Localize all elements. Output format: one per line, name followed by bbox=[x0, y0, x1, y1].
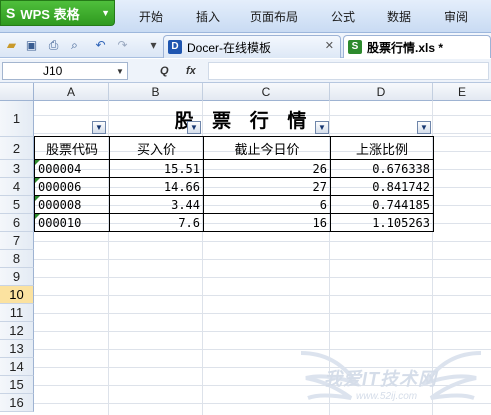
doc-tab-label: 股票行情.xls * bbox=[367, 40, 444, 55]
row-header-6[interactable]: 6 bbox=[0, 214, 34, 232]
gain-ratio-cell[interactable]: 0.744185 bbox=[330, 195, 434, 214]
column-header-b[interactable]: B bbox=[109, 83, 203, 101]
customize-icon[interactable]: ▾ bbox=[146, 38, 161, 53]
close-icon[interactable]: ✕ bbox=[325, 39, 334, 52]
select-all-corner[interactable] bbox=[0, 83, 34, 101]
tab-review[interactable]: 审阅 bbox=[444, 8, 468, 25]
row-header-3[interactable]: 3 bbox=[0, 160, 34, 178]
current-price-cell[interactable]: 26 bbox=[203, 159, 331, 178]
row-header-5[interactable]: 5 bbox=[0, 196, 34, 214]
filter-dropdown-icon[interactable]: ▼ bbox=[92, 121, 106, 134]
gain-ratio-cell[interactable]: 0.676338 bbox=[330, 159, 434, 178]
open-folder-icon[interactable]: ▰ bbox=[4, 38, 19, 53]
quick-access-toolbar: ▰ ▣ ⎙ ⌕ ↶ ↷ ▾ D Docer-在线模板 ✕ S 股票行情.xls … bbox=[0, 33, 491, 58]
table-row: 000006 14.66 27 0.841742 bbox=[34, 177, 434, 196]
chevron-down-icon[interactable]: ▼ bbox=[116, 67, 124, 76]
stock-table: 股票代码 买入价 截止今日价 上涨比例 000004 15.51 26 0.67… bbox=[34, 136, 434, 232]
name-box[interactable]: J10 bbox=[2, 62, 128, 80]
buy-price-cell[interactable]: 15.51 bbox=[109, 159, 204, 178]
row-header-11[interactable]: 11 bbox=[0, 304, 34, 322]
table-row: 000004 15.51 26 0.676338 bbox=[34, 159, 434, 178]
buy-price-cell[interactable]: 7.6 bbox=[109, 213, 204, 232]
table-header-row: 股票代码 买入价 截止今日价 上涨比例 bbox=[34, 136, 434, 160]
row-header-8[interactable]: 8 bbox=[0, 250, 34, 268]
chevron-down-icon: ▼ bbox=[101, 8, 110, 18]
stock-code-cell[interactable]: 000006 bbox=[34, 177, 110, 196]
print-preview-icon[interactable]: ⌕ bbox=[67, 38, 82, 53]
header-cell[interactable]: 截止今日价 bbox=[203, 136, 331, 160]
gain-ratio-cell[interactable]: 0.841742 bbox=[330, 177, 434, 196]
row-header-2[interactable]: 2 bbox=[0, 137, 34, 160]
buy-price-cell[interactable]: 14.66 bbox=[109, 177, 204, 196]
tab-page-layout[interactable]: 页面布局 bbox=[250, 8, 298, 25]
row-header-13[interactable]: 13 bbox=[0, 340, 34, 358]
table-row: 000008 3.44 6 0.744185 bbox=[34, 195, 434, 214]
stock-code-cell[interactable]: 000010 bbox=[34, 213, 110, 232]
row-header-15[interactable]: 15 bbox=[0, 376, 34, 394]
wps-spreadsheet-window: S WPS 表格 ▼ 开始 插入 页面布局 公式 数据 审阅 ▰ ▣ ⎙ ⌕ ↶… bbox=[0, 0, 491, 415]
row-header-4[interactable]: 4 bbox=[0, 178, 34, 196]
current-price-cell[interactable]: 16 bbox=[203, 213, 331, 232]
zoom-icon[interactable]: Q bbox=[160, 65, 169, 77]
wps-menu-button[interactable]: S WPS 表格 ▼ bbox=[0, 0, 115, 26]
wps-logo-icon: S bbox=[6, 5, 16, 21]
tab-home[interactable]: 开始 bbox=[139, 8, 163, 25]
redo-icon[interactable]: ↷ bbox=[115, 38, 130, 53]
tab-data[interactable]: 数据 bbox=[387, 8, 411, 25]
row-header-14[interactable]: 14 bbox=[0, 358, 34, 376]
docer-icon: D bbox=[168, 40, 182, 54]
tab-formulas[interactable]: 公式 bbox=[331, 8, 355, 25]
doc-tab-label: Docer-在线模板 bbox=[187, 40, 272, 55]
header-cell[interactable]: 上涨比例 bbox=[330, 136, 434, 160]
spreadsheet-icon: S bbox=[348, 40, 362, 54]
stock-code-cell[interactable]: 000008 bbox=[34, 195, 110, 214]
buy-price-cell[interactable]: 3.44 bbox=[109, 195, 204, 214]
print-icon[interactable]: ⎙ bbox=[46, 38, 61, 53]
tab-docer-templates[interactable]: D Docer-在线模板 ✕ bbox=[163, 35, 341, 58]
table-row: 000010 7.6 16 1.105263 bbox=[34, 213, 434, 232]
row-header-1[interactable]: 1 bbox=[0, 101, 34, 137]
formula-bar: J10 ▼ Q fx bbox=[0, 59, 491, 83]
row-header-10[interactable]: 10 bbox=[0, 286, 34, 304]
filter-dropdown-icon[interactable]: ▼ bbox=[315, 121, 329, 134]
wps-menu-label: WPS 表格 bbox=[20, 6, 80, 22]
filter-active-icon[interactable]: ▼ bbox=[417, 121, 431, 134]
column-header-d[interactable]: D bbox=[330, 83, 433, 101]
fx-icon[interactable]: fx bbox=[186, 65, 196, 77]
row-header-7[interactable]: 7 bbox=[0, 232, 34, 250]
gain-ratio-cell[interactable]: 1.105263 bbox=[330, 213, 434, 232]
filter-dropdown-icon[interactable]: ▼ bbox=[187, 121, 201, 134]
stock-code-cell[interactable]: 000004 bbox=[34, 159, 110, 178]
tab-insert[interactable]: 插入 bbox=[196, 8, 220, 25]
column-header-bar: A B C D E bbox=[0, 83, 491, 101]
column-header-a[interactable]: A bbox=[34, 83, 109, 101]
undo-icon[interactable]: ↶ bbox=[93, 38, 108, 53]
tab-stock-workbook[interactable]: S 股票行情.xls * bbox=[343, 35, 491, 58]
current-price-cell[interactable]: 27 bbox=[203, 177, 331, 196]
column-header-e[interactable]: E bbox=[433, 83, 491, 101]
save-icon[interactable]: ▣ bbox=[24, 38, 39, 53]
current-price-cell[interactable]: 6 bbox=[203, 195, 331, 214]
ribbon-tab-bar: S WPS 表格 ▼ 开始 插入 页面布局 公式 数据 审阅 bbox=[0, 0, 491, 33]
formula-input[interactable] bbox=[208, 62, 489, 80]
row-header-12[interactable]: 12 bbox=[0, 322, 34, 340]
header-cell[interactable]: 股票代码 bbox=[34, 136, 110, 160]
row-header-9[interactable]: 9 bbox=[0, 268, 34, 286]
header-cell[interactable]: 买入价 bbox=[109, 136, 204, 160]
row-header-16[interactable]: 16 bbox=[0, 394, 34, 412]
column-header-c[interactable]: C bbox=[203, 83, 330, 101]
